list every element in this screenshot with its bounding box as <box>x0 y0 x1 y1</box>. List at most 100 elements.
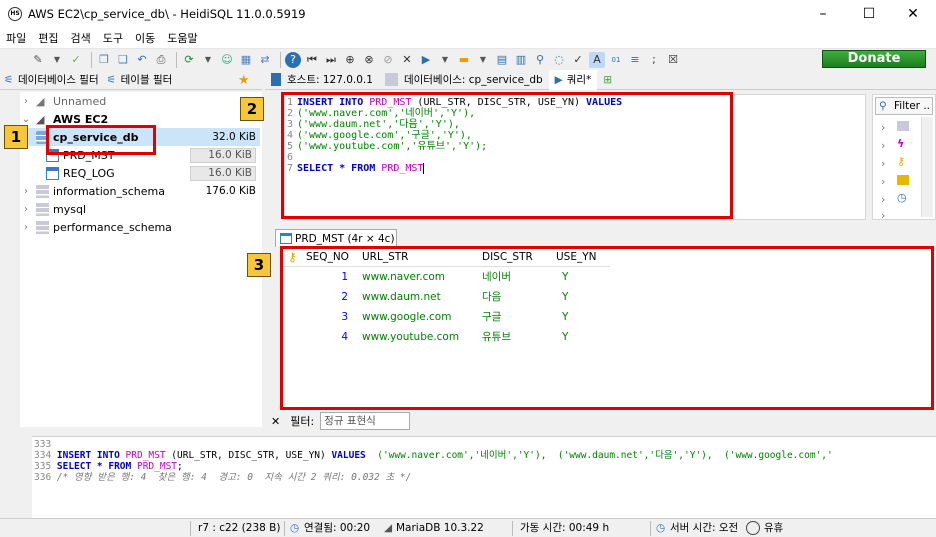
maximize-button[interactable]: ☐ <box>846 0 892 28</box>
last-icon[interactable]: ⏭ <box>323 52 339 68</box>
dropdown-icon[interactable]: ▼ <box>49 52 65 68</box>
helpers-scrollbar[interactable] <box>921 117 933 217</box>
chevron-down-icon[interactable]: ⌄ <box>20 114 32 125</box>
chevron-right-icon[interactable]: › <box>20 186 32 197</box>
table-filter-tab[interactable]: ⚟ 테이블 필터 <box>103 72 177 87</box>
donate-button[interactable]: Donate <box>822 50 926 68</box>
copy-icon[interactable]: ❐ <box>96 52 112 68</box>
dropdown-icon[interactable]: ▼ <box>475 52 491 68</box>
format-icon[interactable]: ✓ <box>570 52 586 68</box>
menu-search[interactable]: 검색 <box>71 30 91 46</box>
key-icon: ⚷ <box>897 155 906 168</box>
tree-label-information-schema: information_schema <box>53 184 165 198</box>
insert-row-icon[interactable]: ⊕ <box>342 52 358 68</box>
log-line: 336 /* 영향 받은 행: 4 찾은 행: 4 경고: 0 지속 시간 2 … <box>34 472 411 483</box>
load-file-icon[interactable]: ▬ <box>456 52 472 68</box>
dropdown-icon[interactable]: ▼ <box>200 52 216 68</box>
cancel-icon[interactable]: ✕ <box>399 52 415 68</box>
menu-help[interactable]: 도움말 <box>167 30 197 46</box>
helpers-filter-input[interactable]: ⚲ Filter .. <box>875 97 933 115</box>
save-snippet-icon[interactable]: ▥ <box>513 52 529 68</box>
minimize-button[interactable]: – <box>800 0 846 28</box>
highlight-icon[interactable]: A <box>589 51 605 68</box>
log-line-number: 334 <box>34 450 57 461</box>
save-icon[interactable]: ▤ <box>494 52 510 68</box>
helpers-filter-label: Filter .. <box>894 100 931 112</box>
tree-item-req-log[interactable]: REQ_LOG 16.0 KiB <box>20 164 260 182</box>
find-icon[interactable]: ⚲ <box>532 52 548 68</box>
clock-icon: ◷ <box>290 522 300 534</box>
semicolon-icon[interactable]: ; <box>646 52 662 68</box>
status-bar: r7 : c22 (238 B) ◷ 연결됨: 00:20 ◢ MariaDB … <box>0 518 936 537</box>
tab-query[interactable]: ▶ 쿼리* <box>548 69 598 90</box>
database-icon <box>36 184 49 198</box>
export-icon[interactable]: ⇄ <box>257 52 273 68</box>
log-text: ; <box>177 461 183 472</box>
database-filter-tab[interactable]: ⚟ 데이터베이스 필터 <box>0 72 103 87</box>
run-icon[interactable]: ▶ <box>418 52 434 68</box>
post-icon[interactable]: ⊘ <box>380 52 396 68</box>
tree-item-information-schema[interactable]: › information_schema 176.0 KiB <box>20 182 260 200</box>
binary-icon[interactable]: 01 <box>608 52 624 68</box>
favorite-star-icon[interactable]: ★ <box>238 73 250 88</box>
uptime: 가동 시간: 00:49 h <box>520 522 610 534</box>
tree-label-unnamed: Unnamed <box>53 94 107 108</box>
users-icon[interactable]: ☺ <box>219 52 235 68</box>
connect-icon[interactable]: ✎ <box>30 52 46 68</box>
chevron-right-icon[interactable]: › <box>20 222 32 233</box>
refresh-icon[interactable]: ⟳ <box>181 52 197 68</box>
search-icon: ⚲ <box>879 100 887 112</box>
chevron-right-icon[interactable]: › <box>881 175 885 188</box>
print-icon[interactable]: ⎙ <box>153 52 169 68</box>
new-query-tab-button[interactable]: ⊞ <box>597 70 618 90</box>
highlight-box-db <box>46 125 156 155</box>
close-button[interactable]: ✕ <box>890 0 936 28</box>
columns-icon <box>897 121 909 131</box>
result-tab-label: PRD_MST (4r × 4c) <box>295 232 395 245</box>
result-tab[interactable]: PRD_MST (4r × 4c) <box>275 229 397 247</box>
tab-database[interactable]: 데이터베이스: cp_service_db <box>379 70 549 90</box>
paste-icon[interactable]: ❑ <box>115 52 131 68</box>
first-icon[interactable]: ⏮ <box>304 52 320 68</box>
menu-bar: 파일 편집 검색 도구 이동 도움말 <box>0 28 936 48</box>
import-icon[interactable]: ▦ <box>238 52 254 68</box>
chevron-right-icon[interactable]: › <box>20 96 32 107</box>
menu-tools[interactable]: 도구 <box>103 30 123 46</box>
replace-icon[interactable]: ◌ <box>551 52 567 68</box>
delete-row-icon[interactable]: ⊗ <box>361 52 377 68</box>
close-query-icon[interactable]: ☒ <box>665 52 681 68</box>
menu-goto[interactable]: 이동 <box>135 30 155 46</box>
tree-item-unnamed[interactable]: › ◢ Unnamed <box>20 92 260 110</box>
idle-status: 유휴 <box>764 522 784 534</box>
chevron-right-icon[interactable]: › <box>881 157 885 170</box>
wrap-icon[interactable]: ≡ <box>627 52 643 68</box>
chevron-right-icon[interactable]: › <box>20 204 32 215</box>
menu-file[interactable]: 파일 <box>6 30 26 46</box>
separator <box>176 51 177 68</box>
tree-item-mysql[interactable]: › mysql <box>20 200 260 218</box>
menu-edit[interactable]: 편집 <box>38 30 58 46</box>
dropdown-icon[interactable]: ▼ <box>437 52 453 68</box>
separator <box>91 51 92 68</box>
tree-label-mysql: mysql <box>53 202 86 216</box>
chevron-right-icon[interactable]: › <box>881 139 885 152</box>
server-version: MariaDB 10.3.22 <box>396 522 484 534</box>
filter-regex-input[interactable]: 정규 표현식 <box>320 412 411 430</box>
tree-item-performance-schema[interactable]: › performance_schema <box>20 218 260 236</box>
disconnect-icon[interactable]: ✓ <box>68 52 84 68</box>
tab-host[interactable]: 호스트: 127.0.0.1 <box>265 70 379 90</box>
log-text: ('www.naver.com','네이버','Y'), ('www.daum.… <box>365 450 833 461</box>
table-filter-icon: ⚟ <box>106 73 117 86</box>
tab-query-label: 쿼리* <box>566 74 592 86</box>
undo-icon[interactable]: ↶ <box>134 52 150 68</box>
chevron-right-icon[interactable]: › <box>881 209 885 222</box>
chevron-right-icon[interactable]: › <box>881 121 885 134</box>
log-text: (URL_STR, DISC_STR, USE_YN) <box>165 450 332 461</box>
separator <box>280 51 281 68</box>
help-icon[interactable]: ? <box>285 51 301 68</box>
chevron-right-icon[interactable]: › <box>881 193 885 206</box>
separator <box>650 521 651 536</box>
tab-database-label: 데이터베이스: cp_service_db <box>403 74 543 86</box>
close-filter-icon[interactable]: ✕ <box>271 415 280 428</box>
cursor-position: r7 : c22 (238 B) <box>198 522 281 534</box>
